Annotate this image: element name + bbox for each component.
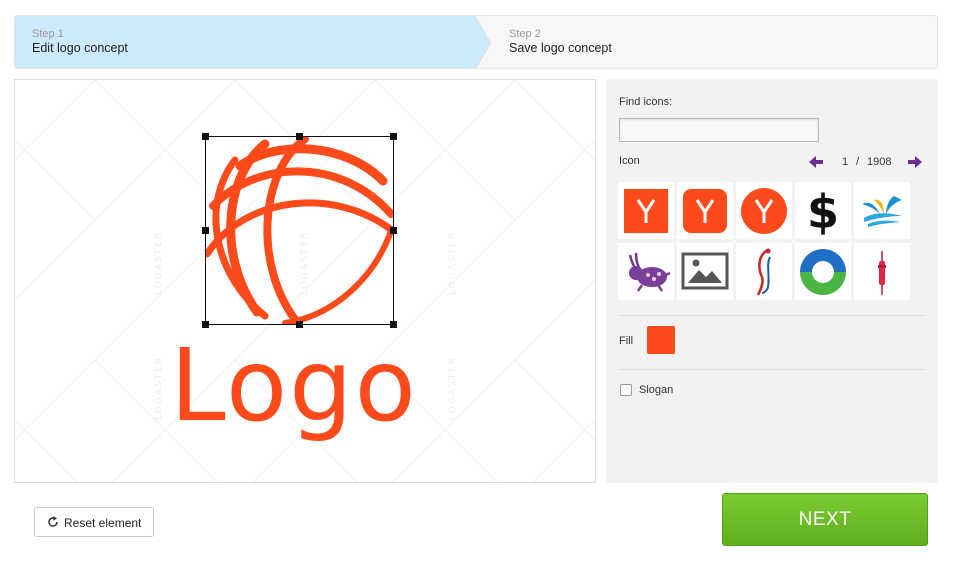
divider [618,369,926,370]
pen-needle-icon[interactable] [854,243,910,300]
y-rounded-icon[interactable] [677,182,733,239]
pager-total: 1908 [867,156,892,168]
find-icons-input[interactable] [619,118,819,142]
reset-element-label: Reset element [64,516,142,530]
svg-text:LOGASTER: LOGASTER [448,231,458,295]
step-2-number: Step 2 [509,28,541,40]
next-page-icon[interactable] [908,156,922,168]
resize-handle-right[interactable] [390,227,397,234]
pager-current: 1 [842,156,849,168]
rabbit-icon[interactable] [618,243,674,300]
next-button[interactable]: NEXT [722,493,928,546]
resize-handle-top[interactable] [296,133,303,140]
step-1[interactable]: Step 1 Edit logo concept [15,16,505,68]
svg-text:LOGASTER: LOGASTER [154,356,164,420]
ring-icon[interactable] [795,243,851,300]
logo-canvas[interactable]: LOGASTER LOGASTER LOGASTER LOGASTER LOGA… [14,79,596,483]
resize-handle-left[interactable] [202,227,209,234]
editor-panel: Find icons: Icon 1 / 1908 $ Fill Slogan [606,79,938,483]
wizard-stepper: Step 1 Edit logo concept Step 2 Save log… [14,15,938,69]
resize-handle-top-left[interactable] [202,133,209,140]
bird-waves-icon[interactable] [854,182,910,239]
fill-color-swatch[interactable] [647,326,675,354]
step-1-number: Step 1 [32,28,64,40]
fill-label: Fill [619,335,634,347]
prev-page-icon[interactable] [809,156,823,168]
y-circle-icon[interactable] [736,182,792,239]
pager-separator: / [856,156,860,168]
step-2[interactable]: Step 2 Save logo concept [505,16,935,68]
logo-text[interactable]: Logo [170,336,418,436]
slogan-checkbox[interactable] [620,384,632,396]
selection-box[interactable] [205,136,394,325]
svg-text:LOGASTER: LOGASTER [448,356,458,420]
refresh-icon [48,516,58,527]
svg-text:LOGASTER: LOGASTER [154,231,164,295]
divider [618,315,926,316]
figure-swirl-icon[interactable] [736,243,792,300]
icon-label: Icon [619,155,640,167]
find-icons-label: Find icons: [619,96,673,108]
reset-element-button[interactable]: Reset element [34,507,154,537]
resize-handle-top-right[interactable] [390,133,397,140]
dollar-icon[interactable]: $ [795,182,851,239]
y-square-icon[interactable] [618,182,674,239]
image-placeholder-icon[interactable] [677,243,733,300]
step-1-title: Edit logo concept [32,41,128,55]
icon-pager: 1 / 1908 [809,155,924,171]
step-2-title: Save logo concept [509,41,612,55]
slogan-label[interactable]: Slogan [639,384,673,396]
svg-text:$: $ [807,185,839,239]
